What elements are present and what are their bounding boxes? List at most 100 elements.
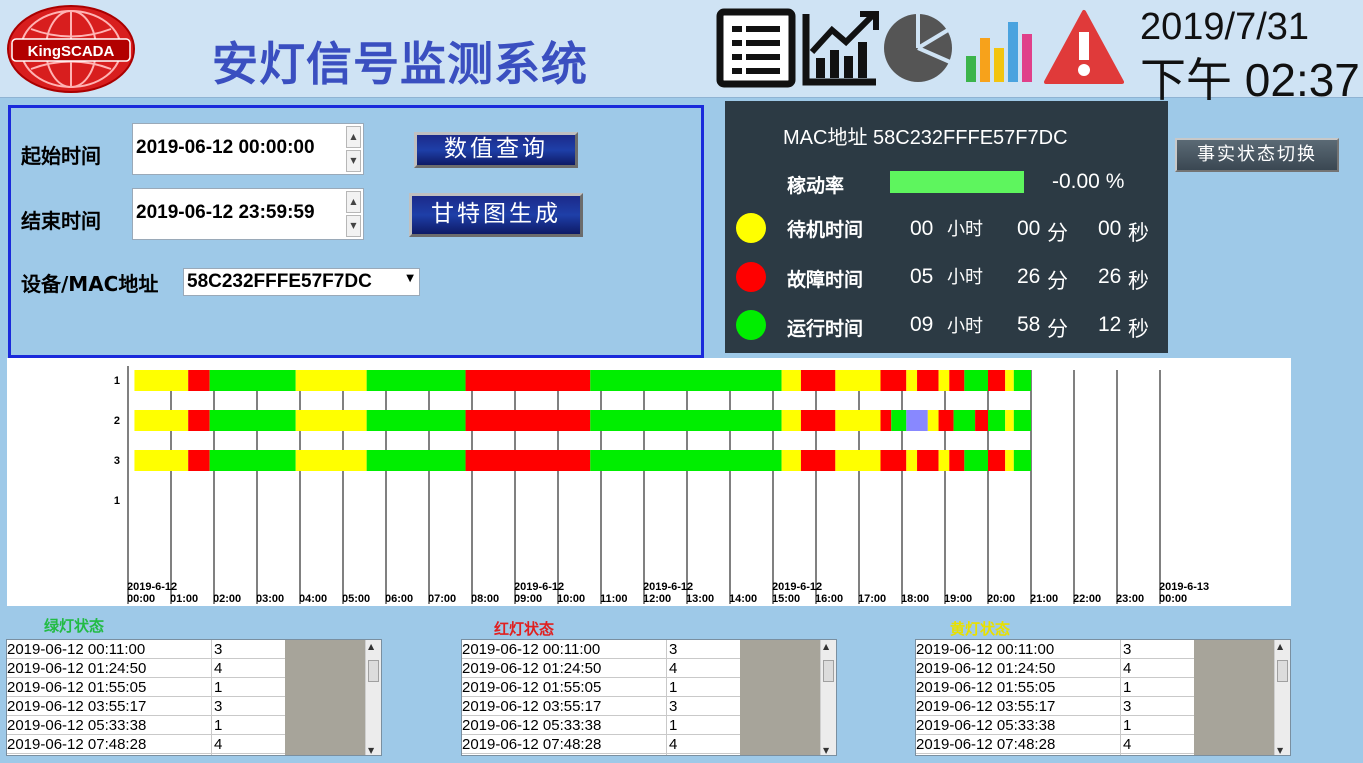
row-station: 4 — [669, 736, 678, 753]
gantt-tick-label: 08:00 — [471, 593, 499, 605]
scroll-up-arrow-icon[interactable]: ▲ — [823, 642, 829, 651]
bar-chart-icon[interactable] — [960, 8, 1040, 88]
table-row[interactable]: 2019-06-12 01:55:05 1 — [916, 678, 1194, 697]
table-row[interactable]: 2019-06-12 03:55:17 3 — [7, 697, 285, 716]
end-time-field[interactable]: 2019-06-12 23:59:59 ▲ ▼ — [132, 188, 364, 240]
yellow-status-table[interactable]: 2019-06-12 00:11:00 3 2019-06-12 01:24:50 4… — [915, 639, 1291, 756]
device-mac-select[interactable]: 58C232FFFE57F7DC ▼ — [183, 268, 420, 296]
device-mac-label: 设备/MAC地址 — [21, 272, 159, 296]
gantt-bar-segment — [949, 450, 965, 471]
standby-minutes: 00 — [1017, 217, 1041, 240]
table-row[interactable]: 2019-06-12 03:55:17 3 — [462, 697, 740, 716]
gantt-generate-button[interactable]: 甘特图生成 — [409, 193, 583, 237]
table-row[interactable]: 2019-06-12 05:33:38 1 — [462, 716, 740, 735]
start-time-field[interactable]: 2019-06-12 00:00:00 ▲ ▼ — [132, 123, 364, 175]
table-row[interactable]: 2019-06-12 01:55:05 1 — [462, 678, 740, 697]
gantt-tick-label: 17:00 — [858, 593, 886, 605]
gantt-bar-segment — [800, 370, 836, 391]
fault-indicator-dot — [736, 262, 766, 292]
chevron-down-icon[interactable]: ▼ — [406, 273, 414, 284]
table-row[interactable]: 2019-06-12 00:11:00 3 — [462, 640, 740, 659]
table-row[interactable]: 2019-06-12 01:24:50 4 — [7, 659, 285, 678]
trend-chart-icon[interactable] — [800, 8, 880, 88]
table-row[interactable]: 2019-06-12 01:55:05 1 — [7, 678, 285, 697]
end-time-up-arrow[interactable]: ▲ — [346, 191, 361, 213]
start-time-down-arrow[interactable]: ▼ — [346, 150, 361, 172]
column-divider — [211, 640, 212, 755]
report-icon[interactable] — [716, 8, 796, 88]
gantt-bar-segment — [1013, 410, 1031, 431]
start-time-label: 起始时间 — [21, 144, 101, 168]
table-row[interactable]: 2019-06-12 00:11:00 3 — [7, 640, 285, 659]
running-seconds: 12 — [1098, 313, 1122, 336]
vertical-scrollbar[interactable]: ▲ ▼ — [365, 640, 381, 755]
row-station: 4 — [214, 660, 223, 677]
gantt-bar-segment — [1013, 370, 1031, 391]
fault-time-label: 故障时间 — [787, 269, 864, 291]
row-timestamp: 2019-06-12 07:48:28 — [462, 736, 602, 753]
gantt-bar-segment — [800, 450, 836, 471]
green-status-table[interactable]: 2019-06-12 00:11:00 3 2019-06-12 01:24:50 4… — [6, 639, 382, 756]
scrollbar-thumb[interactable] — [1277, 660, 1288, 682]
row-timestamp: 2019-06-12 05:33:38 — [916, 717, 1056, 734]
gantt-tick-label: 00:00 — [127, 593, 155, 605]
table-row[interactable]: 2019-06-12 01:24:50 4 — [462, 659, 740, 678]
header-bar: KingSCADA 安灯信号监测系统 2019/7/31 下午 02:37: — [0, 0, 1363, 106]
gantt-bar-segment — [781, 410, 801, 431]
gantt-bar-segment — [927, 410, 939, 431]
realtime-status-toggle-button[interactable]: 事实状态切换 — [1175, 138, 1339, 172]
value-query-button[interactable]: 数值查询 — [414, 132, 578, 168]
gantt-bar-segment — [188, 410, 210, 431]
table-row[interactable]: 2019-06-12 07:48:28 4 — [462, 735, 740, 754]
gantt-bar-segment — [880, 450, 907, 471]
table-row[interactable]: 2019-06-12 07:48:28 4 — [7, 735, 285, 754]
table-row[interactable]: 2019-06-12 03:55:17 3 — [916, 697, 1194, 716]
start-time-up-arrow[interactable]: ▲ — [346, 126, 361, 148]
row-timestamp: 2019-06-12 01:55:05 — [7, 679, 147, 696]
scroll-down-arrow-icon[interactable]: ▼ — [823, 746, 829, 755]
scroll-down-arrow-icon[interactable]: ▼ — [1277, 746, 1283, 755]
gantt-bar-segment — [964, 450, 988, 471]
gantt-bar-segment — [917, 450, 939, 471]
row-timestamp: 2019-06-12 07:48:28 — [916, 736, 1056, 753]
gantt-bar-segment — [366, 450, 466, 471]
fault-minutes: 26 — [1017, 265, 1041, 288]
gantt-date-label: 2019-6-12 — [514, 581, 564, 593]
row-timestamp: 2019-06-12 07:48:28 — [7, 736, 147, 753]
kingscada-logo: KingSCADA — [7, 5, 135, 93]
table-row[interactable]: 2019-06-12 07:48:28 4 — [916, 735, 1194, 754]
gantt-bar-segment — [188, 370, 210, 391]
table-row[interactable]: 2019-06-12 00:11:00 3 — [916, 640, 1194, 659]
scroll-up-arrow-icon[interactable]: ▲ — [368, 642, 374, 651]
gantt-bar-segment — [988, 450, 1006, 471]
gantt-tick-label: 02:00 — [213, 593, 241, 605]
scroll-up-arrow-icon[interactable]: ▲ — [1277, 642, 1283, 651]
second-unit: 秒 — [1128, 221, 1149, 245]
standby-indicator-dot — [736, 213, 766, 243]
vertical-scrollbar[interactable]: ▲ ▼ — [820, 640, 836, 755]
row-station: 1 — [214, 717, 223, 734]
table-row[interactable]: 2019-06-12 05:33:38 1 — [7, 716, 285, 735]
gantt-bar-segment — [465, 450, 591, 471]
pie-chart-icon[interactable] — [880, 8, 960, 88]
end-time-down-arrow[interactable]: ▼ — [346, 215, 361, 237]
table-row[interactable]: 2019-06-12 01:24:50 4 — [916, 659, 1194, 678]
green-status-title: 绿灯状态 — [44, 617, 105, 635]
gantt-date-label: 2019-6-12 — [127, 581, 177, 593]
scroll-down-arrow-icon[interactable]: ▼ — [368, 746, 374, 755]
row-station: 3 — [669, 641, 678, 658]
red-status-table[interactable]: 2019-06-12 00:11:00 3 2019-06-12 01:24:50 4… — [461, 639, 837, 756]
vertical-scrollbar[interactable]: ▲ ▼ — [1274, 640, 1290, 755]
gantt-bar-segment — [938, 410, 954, 431]
gantt-date-label: 2019-6-13 — [1159, 581, 1209, 593]
scrollbar-thumb[interactable] — [823, 660, 834, 682]
scrollbar-thumb[interactable] — [368, 660, 379, 682]
start-time-value: 2019-06-12 00:00:00 — [136, 137, 315, 158]
gantt-bar-segment — [880, 370, 907, 391]
row-station: 4 — [1123, 660, 1132, 677]
gantt-bar-segment — [938, 370, 950, 391]
gantt-tick-label: 20:00 — [987, 593, 1015, 605]
table-row[interactable]: 2019-06-12 05:33:38 1 — [916, 716, 1194, 735]
alarm-warning-icon[interactable] — [1044, 8, 1124, 88]
gantt-bar-segment — [917, 370, 939, 391]
